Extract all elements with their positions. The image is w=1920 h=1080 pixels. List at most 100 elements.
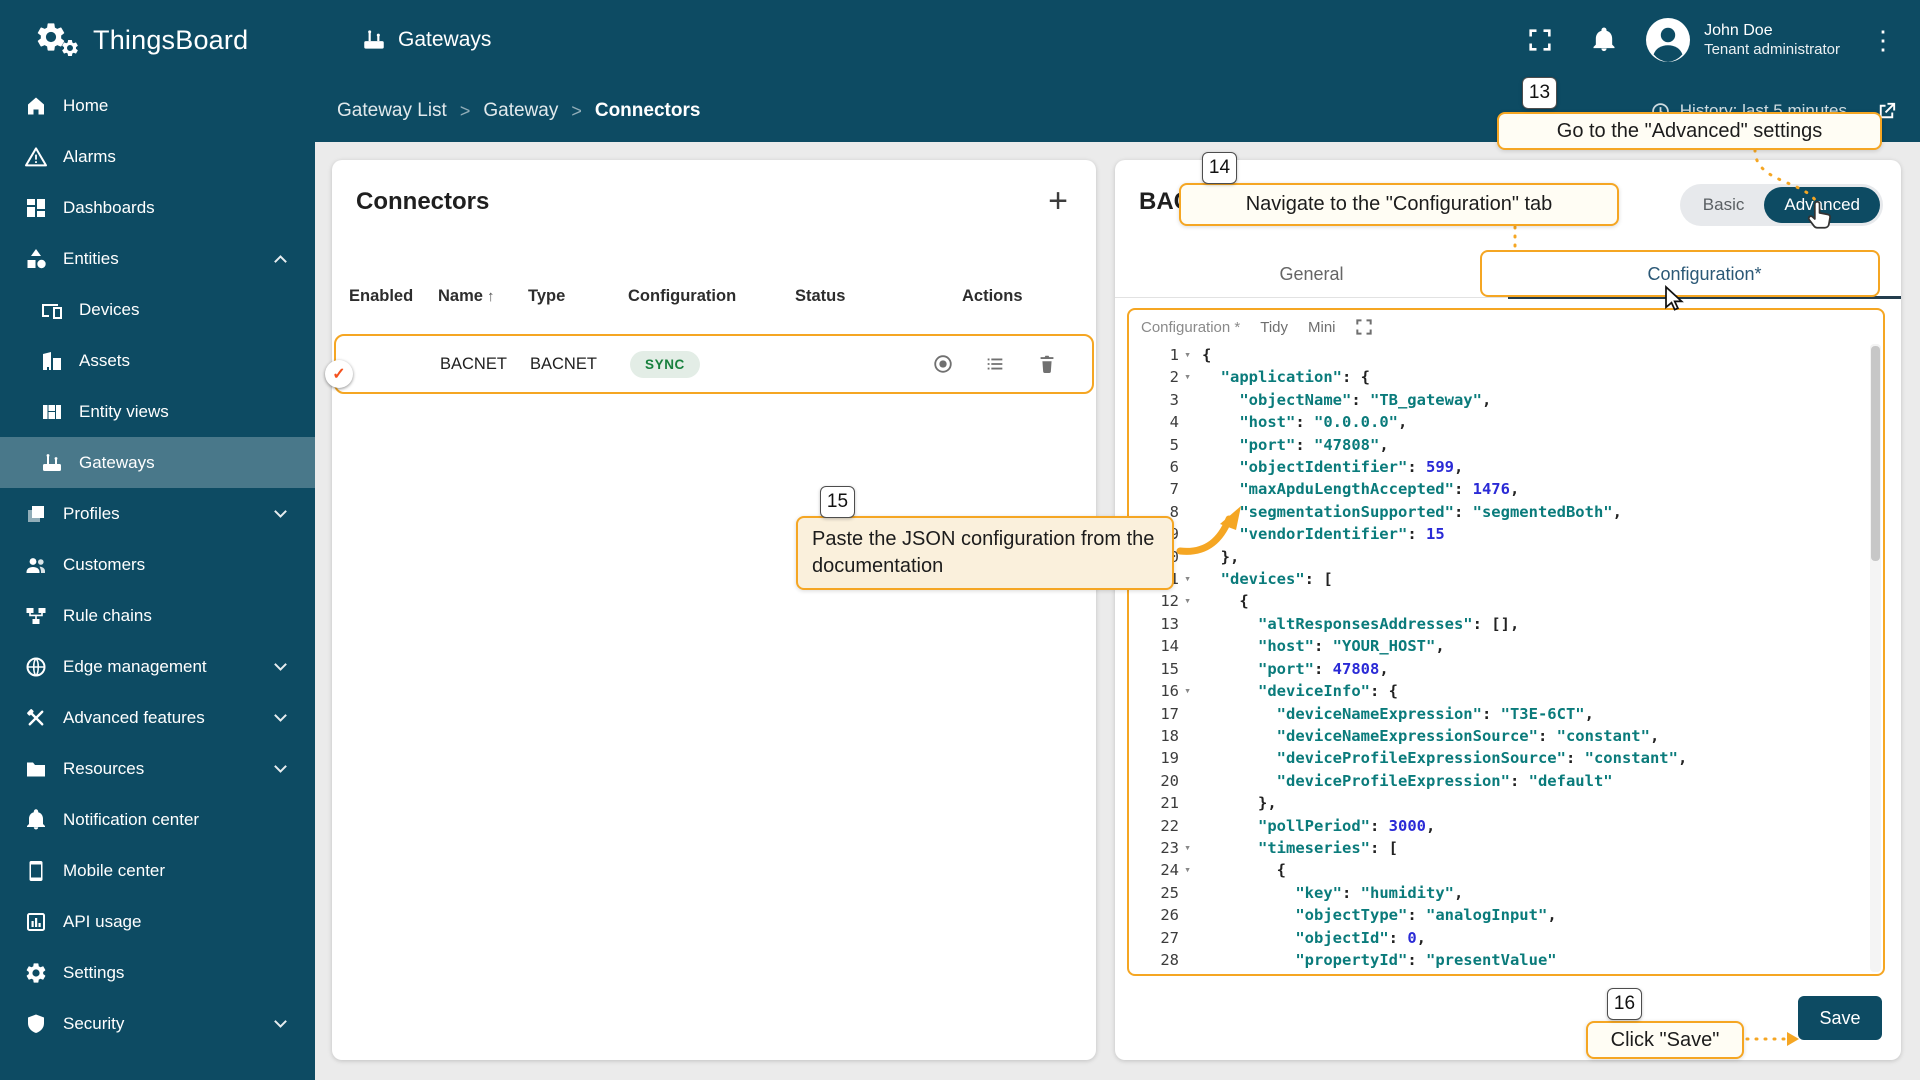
fold-toggle-icon[interactable] <box>1179 859 1196 881</box>
code-text: "objectName": "TB_gateway", <box>1239 390 1492 409</box>
more-menu-icon[interactable]: ⋮ <box>1862 23 1904 57</box>
breadcrumb-gateway-list[interactable]: Gateway List <box>337 100 447 122</box>
sidebar-item[interactable]: API usage <box>0 896 315 947</box>
save-button[interactable]: Save <box>1798 996 1882 1040</box>
sidebar-item[interactable]: Assets <box>0 335 315 386</box>
fold-toggle-icon[interactable] <box>1179 456 1196 478</box>
sidebar-item[interactable]: Notification center <box>0 794 315 845</box>
tab-configuration[interactable]: Configuration* <box>1508 252 1901 297</box>
sidebar-item[interactable]: Settings <box>0 947 315 998</box>
fold-toggle-icon[interactable] <box>1179 478 1196 500</box>
rule-chains-icon <box>24 604 48 628</box>
sidebar-item[interactable]: Devices <box>0 284 315 335</box>
add-connector-button[interactable]: + <box>1044 184 1072 218</box>
sidebar-item[interactable]: Entity views <box>0 386 315 437</box>
editor-fullscreen-icon[interactable] <box>1354 317 1374 337</box>
line-number: 7 <box>1169 480 1179 499</box>
tab-ink-bar <box>1508 296 1901 299</box>
tutorial-tooltip-15: Paste the JSON configuration from the do… <box>796 516 1174 590</box>
column-name[interactable]: Name ↑ <box>438 287 528 306</box>
resources-icon <box>24 757 48 781</box>
sidebar-item[interactable]: Rule chains <box>0 590 315 641</box>
tab-general[interactable]: General <box>1115 252 1508 297</box>
editor-scrollbar[interactable] <box>1870 344 1881 972</box>
fold-toggle-icon[interactable] <box>1179 815 1196 837</box>
tutorial-step-badge-13: 13 <box>1522 77 1557 109</box>
tutorial-tooltip-16: Click "Save" <box>1586 1021 1744 1059</box>
fold-toggle-icon[interactable] <box>1179 658 1196 680</box>
logs-icon[interactable] <box>984 353 1006 375</box>
code-text: "deviceInfo": { <box>1258 682 1398 701</box>
fold-toggle-icon[interactable] <box>1179 837 1196 859</box>
sidebar-item[interactable]: Resources <box>0 743 315 794</box>
notifications-bell-icon[interactable] <box>1590 26 1618 54</box>
code-text: "application": { <box>1220 368 1370 387</box>
brand-name: ThingsBoard <box>93 24 249 55</box>
fold-toggle-icon[interactable] <box>1179 635 1196 657</box>
fold-toggle-icon[interactable] <box>1179 703 1196 725</box>
delete-icon[interactable] <box>1036 353 1058 375</box>
column-status[interactable]: Status <box>795 287 962 306</box>
fold-toggle-icon[interactable] <box>1179 949 1196 971</box>
user-avatar[interactable] <box>1644 16 1692 64</box>
sidebar-item[interactable]: Mobile center <box>0 845 315 896</box>
fold-toggle-icon[interactable] <box>1179 389 1196 411</box>
sidebar-item[interactable]: Profiles <box>0 488 315 539</box>
tidy-button[interactable]: Tidy <box>1260 319 1288 336</box>
fold-toggle-icon[interactable] <box>1179 590 1196 612</box>
fold-toggle-icon[interactable] <box>1179 882 1196 904</box>
rpc-icon[interactable] <box>932 353 954 375</box>
connectors-title: Connectors <box>356 188 490 215</box>
sidebar-item[interactable]: Advanced features <box>0 692 315 743</box>
fold-toggle-icon[interactable] <box>1179 523 1196 545</box>
code-line: 5 "port": "47808", <box>1129 434 1869 456</box>
tutorial-tooltip-14: Navigate to the "Configuration" tab <box>1179 183 1619 226</box>
brand[interactable]: ThingsBoard <box>0 18 315 62</box>
code-line: 27 "objectId": 0, <box>1129 927 1869 949</box>
code-text: "host": "0.0.0.0", <box>1239 413 1408 432</box>
fold-toggle-icon[interactable] <box>1179 366 1196 388</box>
fold-toggle-icon[interactable] <box>1179 344 1196 366</box>
sidebar-item[interactable]: Customers <box>0 539 315 590</box>
sidebar-item[interactable]: Entities <box>0 233 315 284</box>
advanced-features-icon <box>24 706 48 730</box>
connector-row[interactable]: ✓ BACNET BACNET SYNC <box>325 334 1094 394</box>
fold-toggle-icon[interactable] <box>1179 411 1196 433</box>
sidebar-item[interactable]: Gateways <box>0 437 315 488</box>
fold-toggle-icon[interactable] <box>1179 792 1196 814</box>
fold-toggle-icon[interactable] <box>1179 747 1196 769</box>
fold-toggle-icon[interactable] <box>1179 501 1196 523</box>
code-text: "host": "YOUR_HOST", <box>1258 637 1445 656</box>
advanced-mode-button[interactable]: Advanced <box>1764 187 1880 223</box>
sidebar-item[interactable]: Dashboards <box>0 182 315 233</box>
sidebar: Home Alarms Dashboards Entities Devices … <box>0 80 315 1080</box>
fold-toggle-icon[interactable] <box>1179 434 1196 456</box>
column-configuration[interactable]: Configuration <box>628 287 795 306</box>
column-type[interactable]: Type <box>528 287 628 306</box>
user-name: John Doe <box>1704 21 1773 39</box>
sidebar-item[interactable]: Alarms <box>0 131 315 182</box>
code-line: 8 "segmentationSupported": "segmentedBot… <box>1129 501 1869 523</box>
fold-toggle-icon[interactable] <box>1179 680 1196 702</box>
sidebar-item[interactable]: Home <box>0 80 315 131</box>
fold-toggle-icon[interactable] <box>1179 904 1196 926</box>
code-text: "objectType": "analogInput", <box>1295 906 1557 925</box>
mini-button[interactable]: Mini <box>1308 319 1336 336</box>
fold-toggle-icon[interactable] <box>1179 613 1196 635</box>
scrollbar-thumb[interactable] <box>1871 346 1880 561</box>
breadcrumb-gateway[interactable]: Gateway <box>483 100 558 122</box>
column-enabled[interactable]: Enabled <box>349 287 438 306</box>
chevron-icon <box>274 1015 287 1028</box>
fold-toggle-icon[interactable] <box>1179 725 1196 747</box>
api-usage-icon <box>24 910 48 934</box>
fold-toggle-icon[interactable] <box>1179 927 1196 949</box>
code-area[interactable]: 1 { 2 "application": { 3 "objectName": "… <box>1129 344 1869 972</box>
fold-toggle-icon[interactable] <box>1179 568 1196 590</box>
sidebar-item[interactable]: Edge management <box>0 641 315 692</box>
sidebar-item[interactable]: Security <box>0 998 315 1049</box>
fullscreen-icon[interactable] <box>1526 26 1554 54</box>
fold-toggle-icon[interactable] <box>1179 546 1196 568</box>
basic-mode-button[interactable]: Basic <box>1683 187 1765 223</box>
fold-toggle-icon[interactable] <box>1179 770 1196 792</box>
table-header: Enabled Name ↑ Type Configuration Status … <box>349 276 1086 316</box>
